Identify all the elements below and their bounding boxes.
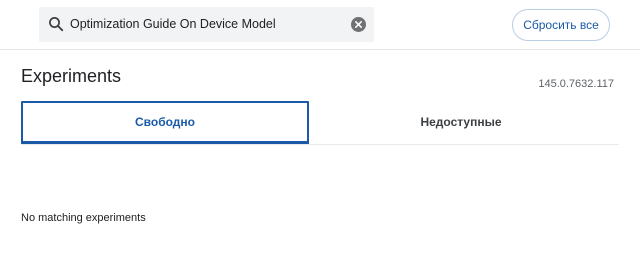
reset-all-button[interactable]: Сбросить все bbox=[512, 9, 610, 41]
tab-unavailable[interactable]: Недоступные bbox=[311, 101, 611, 144]
search-box[interactable] bbox=[39, 7, 374, 42]
clear-icon[interactable] bbox=[351, 17, 366, 32]
search-icon bbox=[48, 16, 64, 32]
tab-bar: Свободно Недоступные bbox=[21, 101, 619, 145]
empty-message: No matching experiments bbox=[21, 212, 146, 224]
header: Сбросить все bbox=[0, 0, 640, 50]
search-input[interactable] bbox=[70, 7, 340, 42]
page-title: Experiments bbox=[21, 66, 122, 86]
flags-page: Сбросить все Experiments 145.0.7632.117 … bbox=[0, 0, 640, 258]
version-label: 145.0.7632.117 bbox=[538, 78, 614, 90]
tab-available[interactable]: Свободно bbox=[21, 101, 309, 144]
